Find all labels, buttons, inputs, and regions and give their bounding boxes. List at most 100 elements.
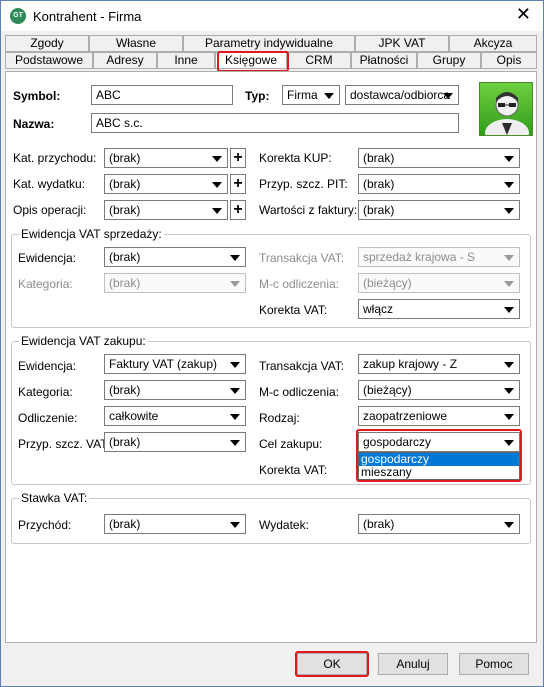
avatar[interactable] bbox=[479, 82, 533, 136]
zakup-transakcja-label: Transakcja VAT: bbox=[259, 359, 345, 373]
tab-zgody[interactable]: Zgody bbox=[5, 35, 89, 52]
zakup-group-title: Ewidencja VAT zakupu: bbox=[19, 334, 148, 348]
sprzedaz-ewidencja-select[interactable]: (brak) bbox=[104, 247, 246, 267]
chevron-down-icon bbox=[504, 156, 514, 162]
chevron-down-icon bbox=[504, 307, 514, 313]
zakup-odliczenie-select[interactable]: całkowite bbox=[104, 406, 246, 426]
przychod-select[interactable]: (brak) bbox=[104, 514, 246, 534]
chevron-down-icon bbox=[504, 440, 514, 446]
zakup-kategoria-label: Kategoria: bbox=[18, 385, 73, 399]
chevron-down-icon bbox=[504, 182, 514, 188]
wartosci-z-faktury-select[interactable]: (brak) bbox=[358, 200, 520, 220]
tab-akcyza[interactable]: Akcyza bbox=[449, 35, 537, 52]
zakup-przyp-select[interactable]: (brak) bbox=[104, 432, 246, 452]
chevron-down-icon bbox=[230, 440, 240, 446]
zakup-mc-label: M-c odliczenia: bbox=[259, 385, 340, 399]
zakup-korekta-label: Korekta VAT: bbox=[259, 463, 328, 477]
close-icon[interactable]: ✕ bbox=[516, 4, 531, 25]
tab-adresy[interactable]: Adresy bbox=[93, 52, 157, 69]
tab-jpk-vat[interactable]: JPK VAT bbox=[355, 35, 449, 52]
kat-wydatku-select[interactable]: (brak) bbox=[104, 174, 228, 194]
kat-wydatku-add-button[interactable]: + bbox=[230, 174, 246, 194]
person-icon bbox=[485, 92, 529, 135]
typ-value: Firma bbox=[287, 88, 318, 102]
zakup-przyp-value: (brak) bbox=[109, 435, 141, 449]
tab-podstawowe[interactable]: Podstawowe bbox=[5, 52, 93, 69]
zakup-cel-value: gospodarczy bbox=[363, 435, 432, 449]
tab-parametry-indywidualne[interactable]: Parametry indywidualne bbox=[183, 35, 355, 52]
sprzedaz-korekta-value: włącz bbox=[363, 302, 394, 316]
tab-grupy[interactable]: Grupy bbox=[417, 52, 481, 69]
sprzedaz-transakcja-select[interactable]: sprzedaż krajowa - S bbox=[358, 247, 520, 267]
sprzedaz-mc-label: M-c odliczenia: bbox=[259, 277, 340, 291]
chevron-down-icon bbox=[504, 414, 514, 420]
zakup-ewidencja-label: Ewidencja: bbox=[18, 359, 77, 373]
wartosci-z-faktury-label: Wartości z faktury: bbox=[259, 203, 358, 217]
nazwa-label: Nazwa: bbox=[13, 117, 55, 131]
sprzedaz-korekta-label: Korekta VAT: bbox=[259, 303, 328, 317]
tab-ksiegowe[interactable]: Księgowe bbox=[215, 52, 287, 69]
kat-przychodu-select[interactable]: (brak) bbox=[104, 148, 228, 168]
chevron-down-icon bbox=[230, 362, 240, 368]
kat-wydatku-label: Kat. wydatku: bbox=[13, 177, 86, 191]
tab-crm[interactable]: CRM bbox=[287, 52, 351, 69]
wydatek-select[interactable]: (brak) bbox=[358, 514, 520, 534]
symbol-label: Symbol: bbox=[13, 89, 61, 103]
kat-przychodu-label: Kat. przychodu: bbox=[13, 151, 97, 165]
zakup-ewidencja-select[interactable]: Faktury VAT (zakup) bbox=[104, 354, 246, 374]
window-title: Kontrahent - Firma bbox=[33, 9, 142, 24]
typ2-select[interactable]: dostawca/odbiorca bbox=[345, 85, 459, 105]
tab-inne[interactable]: Inne bbox=[157, 52, 215, 69]
zakup-cel-select[interactable]: gospodarczy bbox=[358, 432, 520, 452]
chevron-down-icon bbox=[212, 208, 222, 214]
chevron-down-icon bbox=[504, 255, 514, 261]
kat-wydatku-value: (brak) bbox=[109, 177, 141, 191]
sprzedaz-kategoria-value: (brak) bbox=[109, 276, 141, 290]
chevron-down-icon bbox=[212, 156, 222, 162]
sprzedaz-transakcja-value: sprzedaż krajowa - S bbox=[363, 250, 476, 264]
zakup-kategoria-value: (brak) bbox=[109, 383, 141, 397]
help-button[interactable]: Pomoc bbox=[459, 653, 529, 675]
kat-przychodu-add-button[interactable]: + bbox=[230, 148, 246, 168]
zakup-odliczenie-value: całkowite bbox=[109, 409, 159, 423]
korekta-kup-select[interactable]: (brak) bbox=[358, 148, 520, 168]
sprzedaz-mc-select[interactable]: (bieżący) bbox=[358, 273, 520, 293]
przyp-szcz-pit-select[interactable]: (brak) bbox=[358, 174, 520, 194]
opis-operacji-add-button[interactable]: + bbox=[230, 200, 246, 220]
opis-operacji-select[interactable]: (brak) bbox=[104, 200, 228, 220]
ok-button[interactable]: OK bbox=[297, 653, 367, 675]
tab-opis[interactable]: Opis bbox=[481, 52, 537, 69]
opis-operacji-label: Opis operacji: bbox=[13, 203, 87, 217]
chevron-down-icon bbox=[230, 255, 240, 261]
zakup-kategoria-select[interactable]: (brak) bbox=[104, 380, 246, 400]
zakup-transakcja-value: zakup krajowy - Z bbox=[363, 357, 458, 371]
sprzedaz-group-title: Ewidencja VAT sprzedaży: bbox=[19, 227, 164, 241]
korekta-kup-label: Korekta KUP: bbox=[259, 151, 332, 165]
zakup-mc-select[interactable]: (bieżący) bbox=[358, 380, 520, 400]
zakup-transakcja-select[interactable]: zakup krajowy - Z bbox=[358, 354, 520, 374]
chevron-down-icon bbox=[324, 93, 334, 99]
przyp-szcz-pit-value: (brak) bbox=[363, 177, 395, 191]
chevron-down-icon bbox=[230, 388, 240, 394]
sprzedaz-ewidencja-value: (brak) bbox=[109, 250, 141, 264]
nazwa-input[interactable]: ABC s.c. bbox=[91, 113, 459, 133]
tab-wlasne[interactable]: Własne bbox=[89, 35, 183, 52]
przychod-value: (brak) bbox=[109, 517, 141, 531]
typ-select[interactable]: Firma bbox=[282, 85, 340, 105]
sprzedaz-kategoria-label: Kategoria: bbox=[18, 277, 73, 291]
sprzedaz-ewidencja-label: Ewidencja: bbox=[18, 251, 77, 265]
symbol-input[interactable]: ABC bbox=[91, 85, 233, 105]
zakup-mc-value: (bieżący) bbox=[363, 383, 412, 397]
wydatek-label: Wydatek: bbox=[259, 518, 309, 532]
zakup-rodzaj-select[interactable]: zaopatrzeniowe bbox=[358, 406, 520, 426]
chevron-down-icon bbox=[443, 93, 453, 99]
przyp-szcz-pit-label: Przyp. szcz. PIT: bbox=[259, 177, 348, 191]
tab-platnosci[interactable]: Płatności bbox=[351, 52, 417, 69]
sprzedaz-korekta-select[interactable]: włącz bbox=[358, 299, 520, 319]
cancel-button[interactable]: Anuluj bbox=[378, 653, 448, 675]
app-icon: GT bbox=[10, 8, 26, 24]
chevron-down-icon bbox=[230, 281, 240, 287]
sprzedaz-kategoria-select[interactable]: (brak) bbox=[104, 273, 246, 293]
cel-option-mieszany[interactable]: mieszany bbox=[359, 466, 519, 479]
title-bar: GT Kontrahent - Firma ✕ bbox=[1, 1, 543, 31]
